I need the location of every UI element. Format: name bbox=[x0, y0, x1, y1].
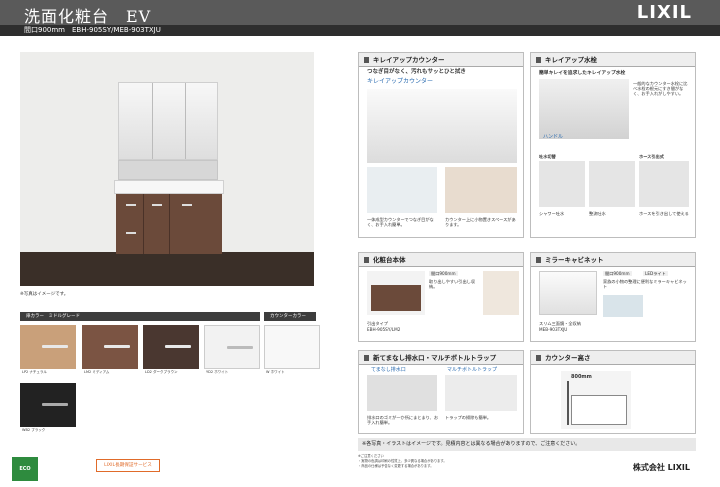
swatch-label: YD2 ホワイト bbox=[206, 370, 229, 374]
mirror-model-code: MEB-903TXJU bbox=[539, 327, 568, 332]
cabinet-tag: 間口900mm bbox=[429, 271, 458, 277]
panel-cabinet: 化粧台本体 間口900mm 取り出しやすい引出し収納。 引出タイプ EBH-90… bbox=[358, 252, 524, 342]
swatch-lm2[interactable] bbox=[82, 325, 138, 369]
lixil-logo: LIXIL bbox=[636, 2, 692, 23]
faucet-label-2: ホース引出式 bbox=[639, 154, 664, 159]
swatch-lp2[interactable] bbox=[20, 325, 76, 369]
model-bar: 間口900mm EBH-905SY/MEB-903TXJU bbox=[0, 25, 720, 36]
faucet-hose-image bbox=[639, 161, 689, 207]
mirror-shelf bbox=[118, 160, 218, 180]
faucet-stream-image bbox=[589, 161, 635, 207]
swatch-counter-w[interactable] bbox=[264, 325, 320, 369]
page-title: 洗面化粧台 EV bbox=[24, 7, 152, 26]
swatch-yd2[interactable] bbox=[204, 325, 260, 369]
swatch-label: WB2 ブラック bbox=[22, 428, 46, 432]
swatch-label: LM2 ミディアム bbox=[84, 370, 110, 374]
faucet-brand: ハンドル bbox=[543, 134, 564, 140]
trap-drain-image bbox=[367, 375, 437, 411]
swatch-label: LD2 ダークブラウン bbox=[145, 370, 178, 374]
mirror-desc: 家族の小物の整理に便利なミラーキャビネット bbox=[603, 279, 687, 290]
panel-counter: キレイアップカウンター つなぎ目がなく、汚れもサッとひと拭き キレイアップカウン… bbox=[358, 52, 524, 238]
panel-height: カウンター高さ 800mm bbox=[530, 350, 696, 434]
counter-color-header: カウンターカラー bbox=[264, 312, 316, 321]
panel-title: 新てまなし排水口・マルチボトルトラップ bbox=[359, 351, 523, 365]
counter-lead: つなぎ目がなく、汚れもサッとひと拭き bbox=[367, 69, 466, 75]
panel-title: カウンター高さ bbox=[531, 351, 695, 365]
eco-badge: ECO bbox=[12, 457, 38, 481]
counter-brand: キレイアップカウンター bbox=[367, 78, 434, 85]
model-text: 間口900mm EBH-905SY/MEB-903TXJU bbox=[24, 26, 161, 34]
panel-faucet: キレイアップ水栓 簡単キレイを追求したキレイアップ水栓 一般的なカウンター水栓に… bbox=[530, 52, 696, 238]
mirror-detail-image bbox=[603, 295, 643, 317]
header-bar: 洗面化粧台 EV LIXIL bbox=[0, 0, 720, 26]
counter-note-2: カウンター上に小物置きスペースがあります。 bbox=[445, 217, 516, 228]
panel-trap: 新てまなし排水口・マルチボトルトラップ てまなし排水口 マルチボトルトラップ 排… bbox=[358, 350, 524, 434]
mirror-cabinet-image bbox=[118, 82, 218, 160]
mirror-model: スリム三面鏡・全収納 bbox=[539, 321, 581, 326]
warranty-badge: LIXIL長期保証サービス bbox=[96, 459, 160, 472]
faucet-sub-1: シャワー吐水 bbox=[539, 211, 565, 216]
faucet-lead: 簡単キレイを追求したキレイアップ水栓 bbox=[539, 71, 626, 76]
cabinet-model-code: EBH-905SY/LM2 bbox=[367, 327, 401, 332]
panel-mirror: ミラーキャビネット 間口900mm LEDライト 家族の小物の整理に便利なミラー… bbox=[530, 252, 696, 342]
door-color-header: 扉カラー ミドルグレード bbox=[20, 312, 260, 321]
counter-detail-image-2 bbox=[445, 167, 517, 213]
trap-brand-2: マルチボトルトラップ bbox=[447, 367, 498, 373]
floor bbox=[20, 252, 314, 286]
faucet-label-1: 吐水切替 bbox=[539, 154, 556, 159]
cabinet-drawer-image bbox=[483, 271, 519, 315]
counter-image bbox=[367, 89, 517, 163]
swatch-label: LP2 ナチュラル bbox=[22, 370, 47, 374]
swatch-label: W ホワイト bbox=[266, 370, 285, 374]
faucet-image bbox=[539, 79, 629, 139]
panel-title: 化粧台本体 bbox=[359, 253, 523, 267]
vanity-cabinet-image bbox=[116, 194, 222, 254]
trap-pipe-image bbox=[445, 375, 517, 411]
faucet-sub-3: ホースを引き出して使える bbox=[639, 211, 689, 216]
panel-title: ミラーキャビネット bbox=[531, 253, 695, 267]
mirror-tag-1: 間口900mm bbox=[603, 271, 632, 277]
photo-caption: ※写真はイメージです。 bbox=[20, 292, 69, 297]
panel-title: キレイアップカウンター bbox=[359, 53, 523, 67]
note-bar: ※各写真・イラストはイメージです。見積内容とは異なる場合がありますので、ご注意く… bbox=[358, 438, 696, 451]
faucet-shower-image bbox=[539, 161, 585, 207]
swatch-ld2[interactable] bbox=[143, 325, 199, 369]
cabinet-model: 引出タイプ bbox=[367, 321, 388, 326]
faucet-desc: 一般的なカウンター水栓に比べ水栓の根元にすき間がなく、お手入れがしやすい。 bbox=[633, 81, 688, 97]
mirror-image bbox=[539, 271, 597, 315]
panel-title: キレイアップ水栓 bbox=[531, 53, 695, 67]
height-value: 800mm bbox=[571, 374, 592, 380]
fine-print-2: ・実物の色調は印刷の性質上、多少異なる場合があります。 bbox=[358, 459, 447, 463]
mirror-tag-2: LEDライト bbox=[643, 271, 668, 277]
main-product-photo bbox=[20, 52, 314, 286]
cabinet-desc: 取り出しやすい引出し収納。 bbox=[429, 279, 476, 290]
cabinet-image bbox=[367, 271, 425, 315]
fine-print-3: ・商品の仕様は予告なく変更する場合があります。 bbox=[358, 464, 434, 468]
company-name: 株式会社 LIXIL bbox=[632, 463, 690, 472]
fine-print-1: ※ご注意ください bbox=[358, 454, 384, 458]
faucet-sub-2: 整流吐水 bbox=[589, 211, 606, 216]
counter-detail-image-1 bbox=[367, 167, 437, 213]
trap-note-2: トラップの掃除も簡単。 bbox=[445, 415, 492, 420]
counter-note-1: 一体成型カウンターでつなぎ目がなく、お手入れ簡単。 bbox=[367, 217, 434, 228]
trap-brand-1: てまなし排水口 bbox=[371, 367, 406, 373]
swatch-wb2[interactable] bbox=[20, 383, 76, 427]
counter-image bbox=[114, 180, 224, 194]
trap-note-1: 排水口のゴミが一か所にまとまり、お手入れ簡単。 bbox=[367, 415, 439, 426]
